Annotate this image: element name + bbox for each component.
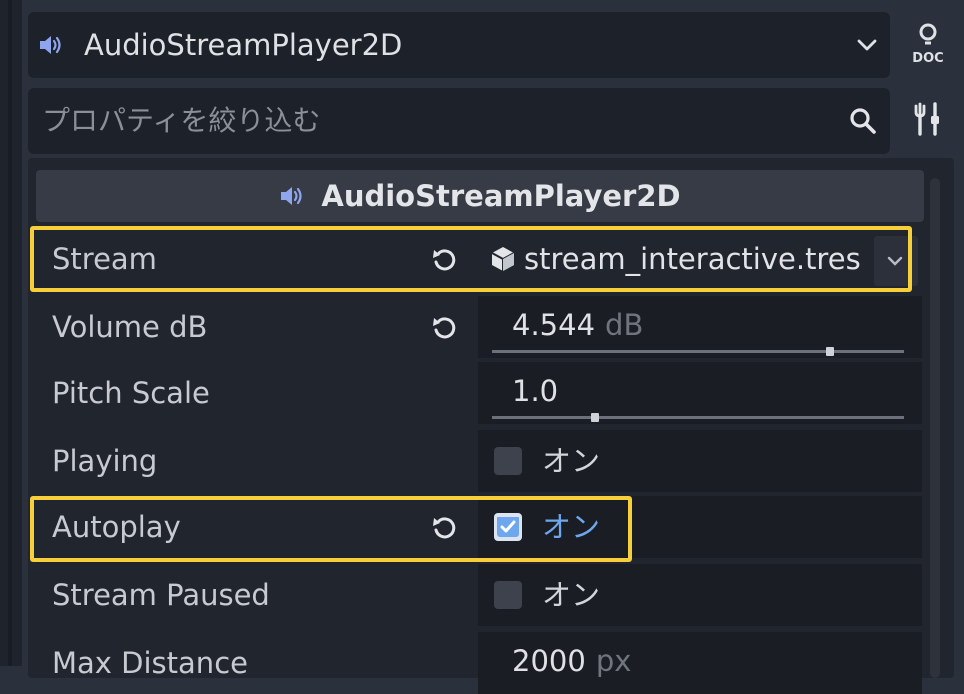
volume-db-unit: dB <box>605 308 644 342</box>
property-row-max-distance: Max Distance 2000 px <box>36 632 922 694</box>
stream-paused-checkbox-field: オン <box>478 564 922 626</box>
audio-speaker-icon <box>40 36 61 54</box>
search-icon <box>850 108 876 134</box>
resource-cube-icon <box>491 247 515 271</box>
property-label: Pitch Scale <box>52 376 210 410</box>
node-name: AudioStreamPlayer2D <box>84 28 403 62</box>
volume-db-spinbox[interactable]: 4.544 dB <box>478 296 922 358</box>
property-label: Autoplay <box>52 510 181 544</box>
resource-dropdown-button[interactable] <box>874 236 918 286</box>
max-distance-value: 2000 <box>512 644 586 678</box>
revert-icon[interactable] <box>430 246 460 274</box>
revert-icon[interactable] <box>430 514 460 542</box>
max-distance-spinbox[interactable]: 2000 px <box>478 632 922 694</box>
property-row-playing: Playing オン <box>36 430 922 492</box>
chevron-down-icon[interactable] <box>854 32 880 58</box>
property-row-autoplay: Autoplay オン <box>36 496 922 558</box>
max-distance-unit: px <box>595 644 632 678</box>
property-label: Stream Paused <box>52 578 270 612</box>
tools-icon[interactable] <box>910 100 946 140</box>
slider-grabber[interactable] <box>826 347 834 356</box>
volume-db-value: 4.544 <box>512 308 596 342</box>
property-filter-input[interactable]: プロパティを絞り込む <box>28 88 890 154</box>
checkmark-icon <box>497 517 519 537</box>
chevron-down-icon <box>887 256 903 266</box>
revert-icon[interactable] <box>430 314 460 342</box>
playing-checkbox-field: オン <box>478 430 922 492</box>
help-doc-icon[interactable]: DOC <box>906 18 950 70</box>
section-title: AudioStreamPlayer2D <box>321 179 681 213</box>
filter-placeholder: プロパティを絞り込む <box>42 104 321 137</box>
pitch-scale-value: 1.0 <box>512 374 559 408</box>
pitch-scale-slider[interactable] <box>492 413 904 422</box>
audio-speaker-icon <box>281 187 302 205</box>
svg-text:DOC: DOC <box>912 51 943 66</box>
playing-checkbox[interactable] <box>494 447 522 475</box>
left-dock-gutter <box>0 0 22 666</box>
property-row-stream: Stream stream_interactive.tres <box>36 228 922 290</box>
property-label: Playing <box>52 444 158 478</box>
property-row-pitch-scale: Pitch Scale 1.0 <box>36 362 922 424</box>
property-label: Max Distance <box>52 646 248 680</box>
property-row-volume-db: Volume dB 4.544 dB <box>36 296 922 358</box>
resource-picker[interactable]: stream_interactive.tres <box>478 228 922 290</box>
section-header[interactable]: AudioStreamPlayer2D <box>36 170 924 222</box>
autoplay-checkbox[interactable] <box>494 513 522 541</box>
property-row-stream-paused: Stream Paused オン <box>36 564 922 626</box>
property-label: Volume dB <box>52 310 208 344</box>
resource-name: stream_interactive.tres <box>524 242 861 276</box>
autoplay-checkbox-field: オン <box>478 496 922 558</box>
node-selector[interactable]: AudioStreamPlayer2D <box>28 12 890 78</box>
stream-paused-checkbox[interactable] <box>494 581 522 609</box>
checkbox-label[interactable]: オン <box>542 430 600 492</box>
checkbox-label[interactable]: オン <box>542 564 600 626</box>
volume-db-slider[interactable] <box>492 347 904 356</box>
property-label: Stream <box>52 242 157 276</box>
pitch-scale-spinbox[interactable]: 1.0 <box>478 362 922 424</box>
slider-grabber[interactable] <box>591 413 599 422</box>
checkbox-label[interactable]: オン <box>542 496 600 558</box>
vertical-scrollbar[interactable] <box>930 178 940 678</box>
